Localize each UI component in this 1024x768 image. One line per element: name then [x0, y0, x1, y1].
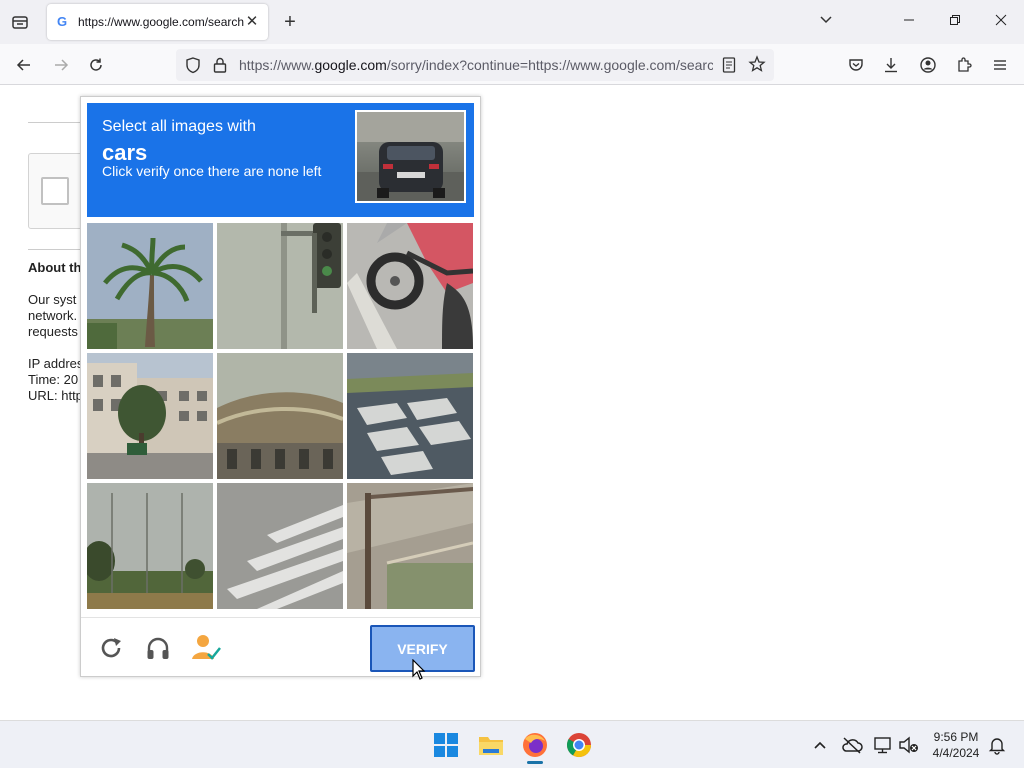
- chrome-taskbar-button[interactable]: [565, 731, 593, 759]
- menu-button[interactable]: [988, 53, 1012, 77]
- audio-challenge-button[interactable]: [144, 634, 172, 662]
- volume-tray-icon[interactable]: [898, 735, 920, 755]
- instruction-text: Select all images with: [102, 118, 256, 135]
- about-heading: About th: [28, 260, 82, 275]
- download-icon: [885, 58, 897, 73]
- new-tab-button[interactable]: +: [279, 10, 301, 34]
- clock-date: 4/4/2024: [932, 746, 980, 760]
- url-text[interactable]: https://www.google.com/sorry/index?conti…: [239, 57, 713, 73]
- about-line: network.: [28, 308, 78, 323]
- cloud-offline-icon: [842, 737, 863, 754]
- url-prefix: https://www.: [239, 57, 315, 73]
- recaptcha-checkbox[interactable]: [41, 177, 69, 205]
- image-tile[interactable]: [217, 483, 343, 609]
- image-tile[interactable]: [217, 223, 343, 349]
- firefox-taskbar-button[interactable]: [521, 731, 549, 764]
- chrome-icon: [566, 733, 591, 758]
- url-path: /sorry/index?continue=https://www.google…: [386, 57, 713, 73]
- close-window-button[interactable]: [989, 10, 1013, 34]
- headphones-icon: [147, 637, 169, 659]
- image-tile[interactable]: [217, 353, 343, 479]
- close-icon: [995, 14, 1007, 26]
- back-button[interactable]: [12, 53, 36, 77]
- folder-icon: [479, 737, 503, 755]
- google-favicon-icon: G: [57, 14, 68, 29]
- person-check-icon: [192, 635, 221, 660]
- windows-start-icon: [434, 733, 458, 757]
- arrow-right-icon: [55, 59, 69, 71]
- restore-icon: [950, 15, 960, 25]
- navigation-bar: https://www.google.com/sorry/index?conti…: [0, 44, 1024, 85]
- reload-challenge-button[interactable]: [97, 634, 125, 662]
- url-domain: google.com: [314, 57, 387, 73]
- mouse-cursor-icon: [412, 659, 426, 680]
- notifications-button[interactable]: [987, 735, 1009, 755]
- image-tile[interactable]: [347, 353, 473, 479]
- divider: [28, 122, 88, 123]
- show-hidden-icons-button[interactable]: [810, 735, 832, 755]
- image-tile[interactable]: [87, 223, 213, 349]
- reader-view-icon: [722, 57, 736, 73]
- bookmark-star-icon: [748, 55, 766, 72]
- help-button[interactable]: [191, 634, 221, 662]
- extensions-button[interactable]: [952, 53, 976, 77]
- onedrive-tray-icon[interactable]: [841, 735, 863, 755]
- network-tray-icon[interactable]: [873, 735, 895, 755]
- tab-close-icon[interactable]: ✕: [244, 14, 260, 30]
- speaker-muted-icon: [899, 736, 918, 754]
- recaptcha-checkbox-card: [28, 153, 88, 229]
- tab-list-button[interactable]: [8, 10, 32, 34]
- network-icon: [874, 737, 891, 754]
- challenge-header: Select all images with cars Click verify…: [87, 103, 474, 217]
- active-tab[interactable]: G https://www.google.com/search ✕: [47, 4, 268, 40]
- instruction-subtext: Click verify once there are none left: [102, 163, 322, 179]
- pocket-icon: [849, 59, 863, 71]
- about-line: Our syst: [28, 292, 77, 307]
- puzzle-icon: [958, 57, 972, 72]
- ip-address-line: IP addres: [28, 356, 84, 371]
- url-line: URL: http: [28, 388, 83, 403]
- arrow-left-icon: [16, 59, 30, 71]
- clock-time: 9:56 PM: [933, 730, 979, 744]
- reload-button[interactable]: [84, 53, 108, 77]
- time-line: Time: 20: [28, 372, 79, 387]
- image-grid: [87, 223, 474, 610]
- image-tile[interactable]: [347, 223, 473, 349]
- chevron-up-icon: [814, 741, 826, 749]
- sample-car-image: [355, 110, 466, 203]
- forward-button[interactable]: [49, 53, 73, 77]
- lock-icon: [213, 57, 227, 73]
- tab-title: https://www.google.com/search: [78, 15, 244, 29]
- restore-button[interactable]: [943, 10, 967, 34]
- account-icon: [920, 57, 936, 73]
- hamburger-menu-icon: [994, 60, 1006, 70]
- firefox-icon: [523, 733, 547, 757]
- about-text: Our syst network. requests IP addres Tim…: [28, 292, 83, 404]
- divider: [28, 249, 88, 250]
- refresh-icon: [101, 638, 121, 658]
- shield-icon: [186, 57, 200, 74]
- list-all-tabs-button[interactable]: [814, 10, 838, 34]
- minimize-button[interactable]: [897, 10, 921, 34]
- recaptcha-challenge-popup: Select all images with cars Click verify…: [80, 96, 481, 677]
- image-tile[interactable]: [87, 483, 213, 609]
- chevron-down-icon: [820, 16, 832, 24]
- image-tile[interactable]: [347, 483, 473, 609]
- about-line: requests: [28, 324, 78, 339]
- bell-icon: [988, 738, 1006, 755]
- minimize-icon: [904, 19, 914, 21]
- account-button[interactable]: [916, 53, 940, 77]
- downloads-button[interactable]: [879, 53, 903, 77]
- address-bar[interactable]: https://www.google.com/sorry/index?conti…: [176, 49, 774, 81]
- active-indicator: [527, 761, 543, 764]
- pocket-button[interactable]: [844, 53, 868, 77]
- start-button[interactable]: [432, 731, 460, 759]
- file-explorer-button[interactable]: [477, 731, 505, 759]
- taskbar: 9:56 PM 4/4/2024: [0, 720, 1024, 768]
- tab-list-icon: [12, 16, 28, 29]
- reload-icon: [90, 58, 102, 71]
- tab-bar: G https://www.google.com/search ✕ +: [0, 0, 1024, 44]
- system-clock[interactable]: 9:56 PM 4/4/2024: [925, 729, 987, 761]
- image-tile[interactable]: [87, 353, 213, 479]
